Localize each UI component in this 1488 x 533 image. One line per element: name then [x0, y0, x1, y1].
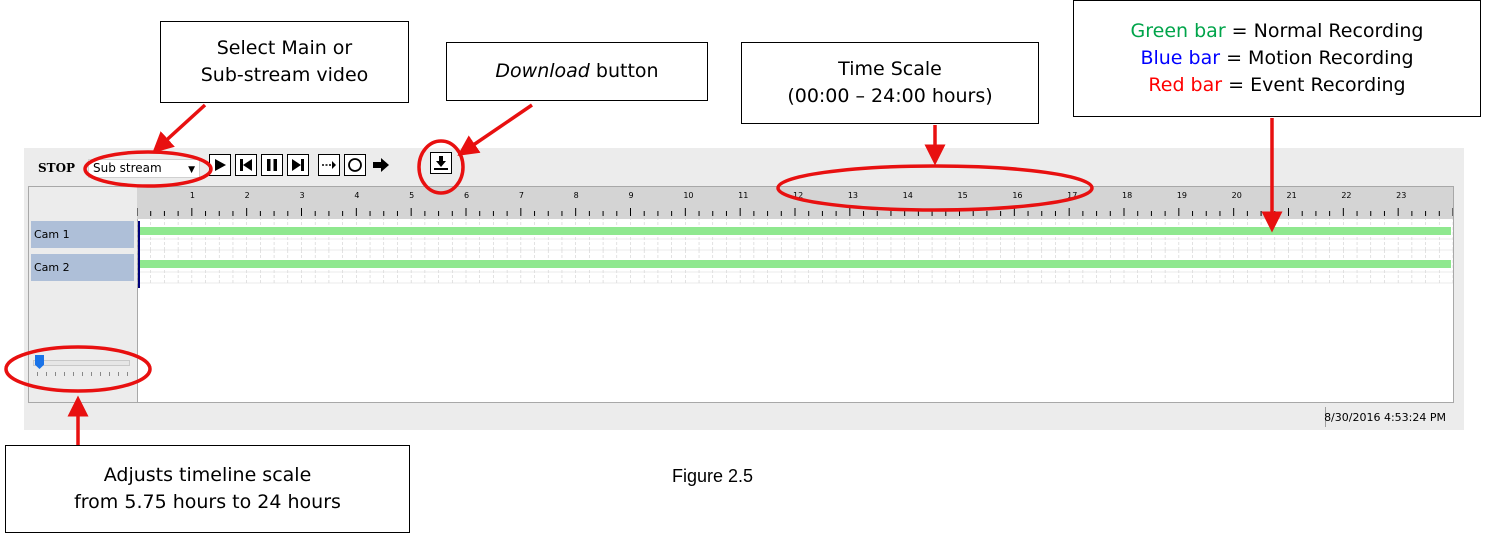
hour-label: 9: [629, 191, 634, 200]
hour-label: 18: [1122, 191, 1132, 200]
download-icon: [434, 156, 448, 170]
camera-list: Cam 1 Cam 2: [29, 187, 138, 402]
callout-text: Download button: [447, 58, 707, 85]
callout-text: Select Main or: [216, 37, 353, 59]
recording-bar-cam-2: [139, 260, 1451, 268]
skip-forward-button[interactable]: [287, 154, 309, 176]
callout-stream-select: Select Main or Sub-stream video: [160, 21, 409, 103]
callout-time-scale: Time Scale (00:00 – 24:00 hours): [741, 42, 1039, 124]
hour-label: 1: [190, 191, 195, 200]
timeline-zoom-slider[interactable]: [33, 355, 130, 379]
pause-button[interactable]: [261, 154, 283, 176]
skip-back-icon: [240, 159, 252, 171]
timeline-grid[interactable]: 1 2 3 4 5 6 7 8 9 10 11 12 13 14 15 16 17 18 19 20 21 22 23: [137, 187, 1453, 402]
callout-timeline-scale: Adjusts timeline scale from 5.75 hours t…: [5, 445, 410, 533]
hour-label: 5: [409, 191, 414, 200]
hour-label: 12: [793, 191, 803, 200]
toolbar: STOP Sub stream ▼: [24, 148, 1464, 186]
hour-label: 8: [574, 191, 579, 200]
hour-label: 23: [1396, 191, 1406, 200]
hour-label: 7: [519, 191, 524, 200]
skip-back-button[interactable]: [235, 154, 257, 176]
callout-text: Time Scale: [838, 58, 942, 80]
slider-tick: [118, 372, 119, 376]
callout-rest: button: [589, 60, 659, 82]
arrow-right-icon: [373, 158, 389, 172]
slider-thumb[interactable]: [35, 355, 44, 369]
record-icon: [348, 158, 362, 172]
hour-label: 3: [300, 191, 305, 200]
slider-tick: [91, 372, 92, 376]
status-datetime: 8/30/2016 4:53:24 PM: [1324, 411, 1446, 424]
callout-italic: Download: [495, 60, 590, 82]
arrow-stream: [152, 103, 207, 154]
arrow-download: [457, 103, 533, 156]
callout-text: (00:00 – 24:00 hours): [787, 85, 993, 107]
hour-label: 22: [1341, 191, 1351, 200]
play-button[interactable]: [209, 154, 231, 176]
pause-icon: [267, 159, 277, 171]
slider-tick: [55, 372, 56, 376]
slider-ticks: [33, 372, 129, 376]
legend-line: Green bar = Normal Recording: [1074, 18, 1480, 45]
playback-window: STOP Sub stream ▼ Cam 1 Cam 2 1 2 3 4 5 …: [24, 148, 1464, 430]
hour-label: 20: [1232, 191, 1242, 200]
legend-text: = Event Recording: [1222, 74, 1406, 96]
slider-tick: [73, 372, 74, 376]
slider-tick: [127, 372, 128, 376]
record-button[interactable]: [344, 154, 366, 176]
slider-tick: [37, 372, 38, 376]
hour-label: 11: [738, 191, 748, 200]
hour-label: 14: [903, 191, 913, 200]
hour-label: 2: [245, 191, 250, 200]
slider-track: [33, 360, 130, 366]
legend-red: Red bar: [1148, 74, 1223, 96]
recording-bar-cam-1: [139, 227, 1451, 235]
hour-label: 19: [1177, 191, 1187, 200]
chevron-down-icon: ▼: [188, 165, 195, 175]
forward-button[interactable]: [370, 154, 392, 176]
hour-label: 10: [683, 191, 693, 200]
hour-label: 15: [958, 191, 968, 200]
download-button[interactable]: [430, 152, 452, 174]
slider-tick: [64, 372, 65, 376]
step-arrow-icon: [322, 161, 336, 169]
slider-tick: [46, 372, 47, 376]
stream-select[interactable]: Sub stream ▼: [88, 159, 200, 178]
hour-label: 17: [1067, 191, 1077, 200]
figure-caption: Figure 2.5: [672, 466, 754, 486]
callout-text: Sub-stream video: [200, 64, 369, 86]
skip-forward-icon: [292, 159, 304, 171]
slider-tick: [109, 372, 110, 376]
hour-label: 4: [354, 191, 359, 200]
legend-line: Red bar = Event Recording: [1074, 72, 1480, 99]
stop-label: STOP: [38, 161, 76, 175]
callout-legend: Green bar = Normal Recording Blue bar = …: [1073, 0, 1481, 117]
legend-text: = Motion Recording: [1220, 47, 1414, 69]
legend-green: Green bar: [1130, 20, 1226, 42]
stream-select-value: Sub stream: [93, 161, 162, 175]
legend-line: Blue bar = Motion Recording: [1074, 45, 1480, 72]
timeline-panel: Cam 1 Cam 2 1 2 3 4 5 6 7 8 9 10 11 12 13 14 15 16 17 18 1…: [28, 186, 1454, 403]
slider-tick: [100, 372, 101, 376]
hour-label: 6: [464, 191, 469, 200]
status-bar: 8/30/2016 4:53:24 PM: [24, 404, 1464, 430]
hour-label: 16: [1012, 191, 1022, 200]
callout-text: from 5.75 hours to 24 hours: [74, 491, 341, 513]
step-button[interactable]: [318, 154, 340, 176]
hour-label: 21: [1287, 191, 1297, 200]
camera-label-1[interactable]: Cam 1: [31, 221, 134, 248]
slider-tick: [82, 372, 83, 376]
legend-blue: Blue bar: [1140, 47, 1221, 69]
callout-download: Download button: [446, 42, 708, 101]
legend-text: = Normal Recording: [1225, 20, 1424, 42]
callout-text: Adjusts timeline scale: [103, 464, 312, 486]
play-icon: [215, 159, 226, 171]
hour-label: 13: [848, 191, 858, 200]
camera-label-2[interactable]: Cam 2: [31, 254, 134, 281]
